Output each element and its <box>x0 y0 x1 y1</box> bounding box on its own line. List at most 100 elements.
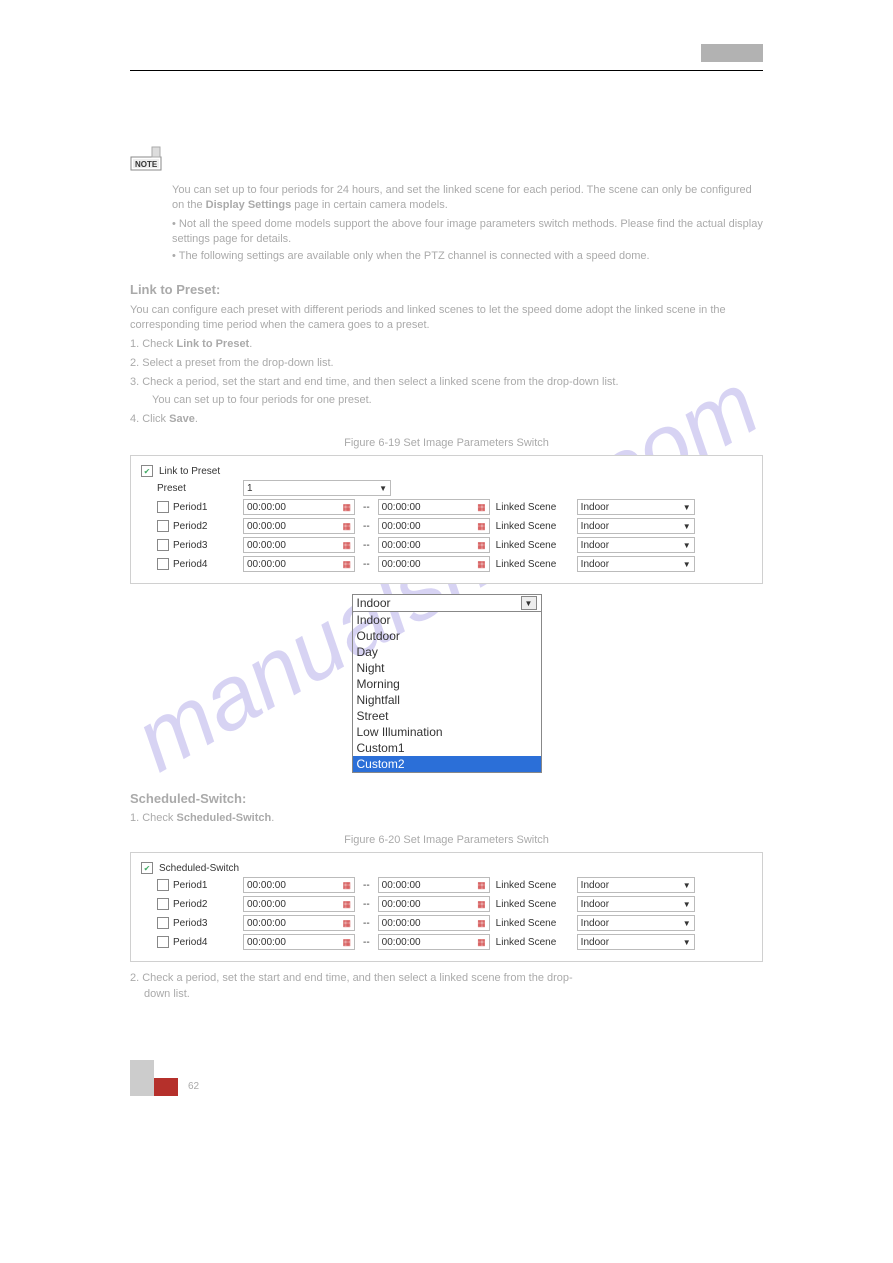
period1-scene-select[interactable]: Indoor▼ <box>577 877 695 893</box>
chevron-down-icon: ▼ <box>683 881 691 890</box>
period1-end[interactable]: 00:00:00▦ <box>378 499 490 515</box>
calendar-icon: ▦ <box>342 559 351 570</box>
link-preset-checkbox[interactable] <box>141 465 153 477</box>
calendar-icon: ▦ <box>342 937 351 948</box>
period2-checkbox[interactable] <box>157 520 169 532</box>
dropdown-item[interactable]: Morning <box>353 676 541 692</box>
dropdown-item[interactable]: Low Illumination <box>353 724 541 740</box>
linked-scene-label: Linked Scene <box>496 918 571 929</box>
link-preset-panel: Link to Preset Preset 1▼ Period1 00:00:0… <box>130 455 763 584</box>
period4-label: Period4 <box>173 937 207 948</box>
dropdown-item-selected[interactable]: Custom2 <box>353 756 541 772</box>
period4-scene-select[interactable]: Indoor▼ <box>577 934 695 950</box>
period4-checkbox[interactable] <box>157 936 169 948</box>
bullet-2: • The following settings are available o… <box>172 249 763 264</box>
period4-start[interactable]: 00:00:00▦ <box>243 556 355 572</box>
dropdown-item[interactable]: Street <box>353 708 541 724</box>
link-preset-desc: You can configure each preset with diffe… <box>130 303 763 333</box>
period1-label: Period1 <box>173 502 207 513</box>
calendar-icon: ▦ <box>477 918 486 929</box>
step-1: 1. Check Link to Preset. <box>130 337 763 352</box>
calendar-icon: ▦ <box>477 559 486 570</box>
dropdown-item[interactable]: Custom1 <box>353 740 541 756</box>
section-scheduled: Scheduled-Switch: <box>130 791 763 806</box>
period3-start[interactable]: 00:00:00▦ <box>243 537 355 553</box>
period3-checkbox[interactable] <box>157 539 169 551</box>
scheduled-switch-label: Scheduled-Switch <box>159 863 239 874</box>
linked-scene-label: Linked Scene <box>496 899 571 910</box>
period2-end[interactable]: 00:00:00▦ <box>378 518 490 534</box>
step-3: 3. Check a period, set the start and end… <box>130 375 763 390</box>
period3-start[interactable]: 00:00:00▦ <box>243 915 355 931</box>
period3-scene-select[interactable]: Indoor▼ <box>577 915 695 931</box>
footer: 62 <box>130 1060 763 1096</box>
chevron-down-icon: ▼ <box>683 919 691 928</box>
footer-grey-box <box>130 1060 154 1078</box>
step-3-sub: You can set up to four periods for one p… <box>152 393 763 408</box>
dropdown-item[interactable]: Night <box>353 660 541 676</box>
chevron-down-icon: ▼ <box>683 503 691 512</box>
period2-checkbox[interactable] <box>157 898 169 910</box>
preset-label: Preset <box>157 483 237 494</box>
chevron-down-icon: ▼ <box>521 596 537 610</box>
period4-end[interactable]: 00:00:00▦ <box>378 934 490 950</box>
calendar-icon: ▦ <box>477 899 486 910</box>
period3-end[interactable]: 00:00:00▦ <box>378 537 490 553</box>
calendar-icon: ▦ <box>342 880 351 891</box>
svg-text:NOTE: NOTE <box>135 160 158 169</box>
chevron-down-icon: ▼ <box>683 938 691 947</box>
calendar-icon: ▦ <box>477 540 486 551</box>
period2-scene-select[interactable]: Indoor▼ <box>577 518 695 534</box>
period2-start[interactable]: 00:00:00▦ <box>243 518 355 534</box>
period1-label: Period1 <box>173 880 207 891</box>
scheduled-step2b: down list. <box>144 988 763 1000</box>
dropdown-item[interactable]: Outdoor <box>353 628 541 644</box>
period1-start[interactable]: 00:00:00▦ <box>243 877 355 893</box>
period2-scene-select[interactable]: Indoor▼ <box>577 896 695 912</box>
linked-scene-label: Linked Scene <box>496 540 571 551</box>
calendar-icon: ▦ <box>342 502 351 513</box>
calendar-icon: ▦ <box>477 521 486 532</box>
section-link-preset: Link to Preset: <box>130 282 763 297</box>
dropdown-item[interactable]: Day <box>353 644 541 660</box>
figure-6-19-caption: Figure 6-19 Set Image Parameters Switch <box>130 437 763 449</box>
scheduled-switch-checkbox[interactable] <box>141 862 153 874</box>
period4-end[interactable]: 00:00:00▦ <box>378 556 490 572</box>
link-preset-label: Link to Preset <box>159 466 220 477</box>
preset-select[interactable]: 1▼ <box>243 480 391 496</box>
period2-label: Period2 <box>173 899 207 910</box>
period4-start[interactable]: 00:00:00▦ <box>243 934 355 950</box>
period1-scene-select[interactable]: Indoor▼ <box>577 499 695 515</box>
period2-start[interactable]: 00:00:00▦ <box>243 896 355 912</box>
period1-end[interactable]: 00:00:00▦ <box>378 877 490 893</box>
period3-end[interactable]: 00:00:00▦ <box>378 915 490 931</box>
calendar-icon: ▦ <box>342 918 351 929</box>
linked-scene-label: Linked Scene <box>496 880 571 891</box>
linked-scene-label: Linked Scene <box>496 502 571 513</box>
chevron-down-icon: ▼ <box>683 900 691 909</box>
dropdown-item[interactable]: Nightfall <box>353 692 541 708</box>
dropdown-item[interactable]: Indoor <box>353 612 541 628</box>
period3-scene-select[interactable]: Indoor▼ <box>577 537 695 553</box>
dropdown-selected[interactable]: Indoor ▼ <box>352 594 542 612</box>
period2-end[interactable]: 00:00:00▦ <box>378 896 490 912</box>
period1-start[interactable]: 00:00:00▦ <box>243 499 355 515</box>
calendar-icon: ▦ <box>477 937 486 948</box>
period3-label: Period3 <box>173 918 207 929</box>
chevron-down-icon: ▼ <box>683 541 691 550</box>
calendar-icon: ▦ <box>342 899 351 910</box>
period4-label: Period4 <box>173 559 207 570</box>
footer-red-box <box>154 1078 178 1096</box>
calendar-icon: ▦ <box>477 880 486 891</box>
page-number: 62 <box>188 1081 199 1092</box>
period4-checkbox[interactable] <box>157 558 169 570</box>
period4-scene-select[interactable]: Indoor▼ <box>577 556 695 572</box>
period1-checkbox[interactable] <box>157 501 169 513</box>
header-bar <box>130 50 763 71</box>
period1-checkbox[interactable] <box>157 879 169 891</box>
calendar-icon: ▦ <box>342 540 351 551</box>
scheduled-switch-panel: Scheduled-Switch Period1 00:00:00▦ -- 00… <box>130 852 763 962</box>
header-badge <box>701 44 763 62</box>
period3-checkbox[interactable] <box>157 917 169 929</box>
step-2: 2. Select a preset from the drop-down li… <box>130 356 763 371</box>
